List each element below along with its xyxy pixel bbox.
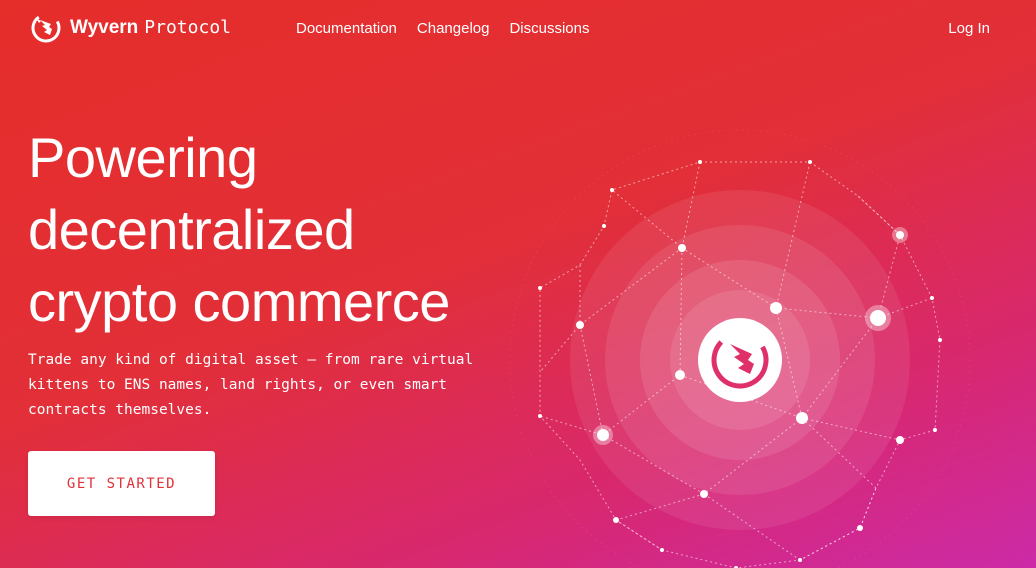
get-started-button[interactable]: GET STARTED [28, 451, 215, 516]
network-globe-illustration [509, 129, 971, 568]
hero-subtitle-line: Trade any kind of digital asset — from r… [28, 352, 474, 368]
login-link[interactable]: Log In [948, 20, 990, 37]
brand-name-light: Protocol [144, 17, 231, 38]
wyvern-logo-icon [31, 13, 61, 43]
hero-title-line: Powering [28, 126, 258, 189]
hero-title-line: crypto commerce [28, 270, 450, 333]
nav-link-documentation[interactable]: Documentation [296, 20, 397, 37]
brand-home-link[interactable]: Wyvern Protocol [30, 12, 231, 44]
nav-links: Documentation Changelog Discussions [296, 20, 590, 37]
hero-subtitle-line: kittens to ENS names, land rights, or ev… [28, 377, 448, 393]
nav-link-changelog[interactable]: Changelog [417, 20, 490, 37]
hero-title-line: decentralized [28, 198, 355, 261]
brand-name-bold: Wyvern [70, 17, 139, 38]
top-navbar: Wyvern Protocol Documentation Changelog D… [0, 0, 1036, 62]
hero-subtitle-line: contracts themselves. [28, 402, 212, 418]
brand-name: Wyvern Protocol [70, 12, 231, 44]
globe-center-logo [698, 318, 782, 402]
nav-link-discussions[interactable]: Discussions [509, 20, 589, 37]
